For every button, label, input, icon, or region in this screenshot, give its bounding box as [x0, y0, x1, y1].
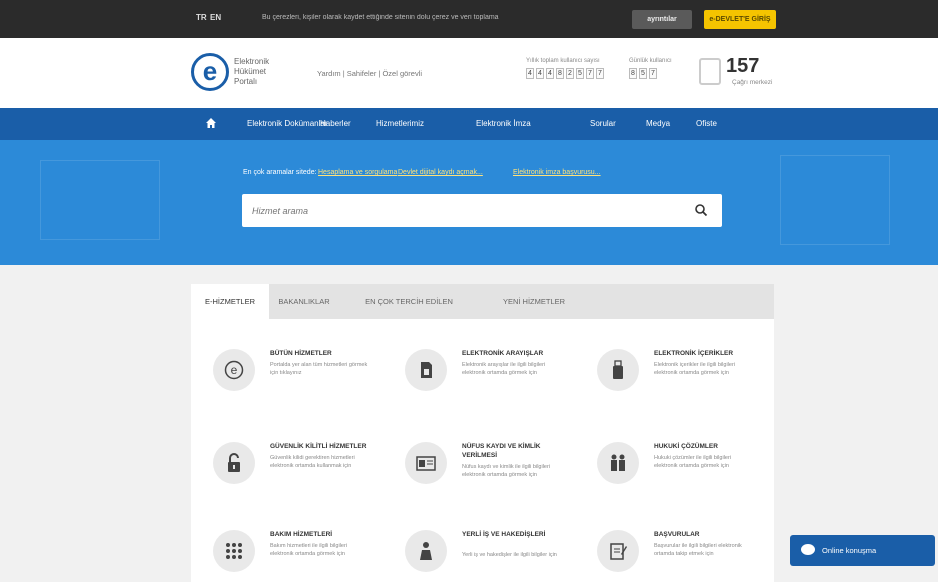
home-icon[interactable] — [205, 117, 217, 129]
svg-text:e: e — [231, 363, 238, 377]
counter-digit: 7 — [586, 68, 594, 79]
nav-item-services[interactable]: Hizmetlerimiz — [376, 119, 424, 128]
service-title: ELEKTRONİK ARAYIŞLAR — [462, 350, 544, 357]
most-searched-link-2[interactable]: Devlet dijital kaydı açmak... — [398, 169, 483, 176]
service-title: NÜFUS KAYDI VE KİMLİK VERİLMESİ — [462, 443, 541, 459]
service-card-applications[interactable]: BAŞVURULAR Başvurular ile ilgili bilgile… — [583, 530, 763, 582]
nav-item-questions[interactable]: Sorular — [590, 119, 616, 128]
cookie-notice: Bu çerezleri, kişiler olarak kaydet etti… — [262, 14, 499, 21]
service-card-electronic-searches[interactable]: ELEKTRONİK ARAYIŞLAR Elektronik arayışla… — [391, 349, 571, 419]
online-chat-button[interactable]: Online konuşma — [790, 535, 935, 566]
chat-label: Online konuşma — [822, 546, 877, 555]
top-bar: TR EN Bu çerezleri, kişiler olarak kayde… — [0, 0, 938, 38]
service-card-local-work[interactable]: YERLİ İŞ VE HAKEDİŞLERİ Yerli iş ve hake… — [391, 530, 571, 582]
site-header: e Elektronik Hükümet Portalı Yardım | Sa… — [0, 38, 938, 108]
counter-digit: 4 — [526, 68, 534, 79]
e-devlet-logo[interactable]: e — [191, 53, 229, 91]
unlock-icon — [213, 442, 255, 484]
nav-item-media[interactable]: Medya — [646, 119, 670, 128]
details-button[interactable]: ayrıntılar — [632, 10, 692, 29]
total-users-counter: Yıllık toplam kullanıcı sayısı 44482577 — [526, 58, 604, 79]
tab-e-services[interactable]: E-HİZMETLER — [191, 284, 269, 319]
tab-ministries[interactable]: BAKANLIKLAR — [269, 284, 339, 319]
service-card-population-registry[interactable]: NÜFUS KAYDI VE KİMLİK VERİLMESİ Nüfus ka… — [391, 442, 571, 512]
nav-item-e-signature[interactable]: Elektronik İmza — [476, 119, 531, 128]
service-desc: Güvenlik kilidi gerektiren hizmetleri el… — [270, 455, 355, 469]
most-searched-link-3[interactable]: Elektronik imza başvurusu... — [513, 169, 601, 176]
grid-icon — [213, 530, 255, 572]
service-title: GÜVENLİK KİLİTLİ HİZMETLER — [270, 443, 367, 450]
tab-most-preferred[interactable]: EN ÇOK TERCİH EDİLEN — [339, 284, 479, 319]
search-box — [242, 194, 722, 227]
service-card-legal-solutions[interactable]: HUKUKİ ÇÖZÜMLER Hukuki çözümler ile ilgi… — [583, 442, 763, 512]
search-hero: En çok aramalar sitede: Hesaplama ve sor… — [0, 140, 938, 265]
service-title: BÜTÜN HİZMETLER — [270, 350, 332, 357]
counter-digit: 4 — [536, 68, 544, 79]
service-desc: Elektronik arayışlar ile ilgili bilgiler… — [462, 362, 546, 376]
language-en[interactable]: EN — [210, 13, 221, 22]
decoration — [40, 160, 160, 240]
nav-item-office[interactable]: Ofiste — [696, 119, 717, 128]
service-desc: Yerli iş ve hakedişler ile ilgili bilgil… — [462, 552, 557, 558]
search-input[interactable] — [252, 202, 672, 219]
service-title: BAŞVURULAR — [654, 531, 700, 538]
service-desc: Bakım hizmetleri ile ilgili bilgileri el… — [270, 543, 348, 557]
form-icon — [597, 530, 639, 572]
counter-digit: 7 — [596, 68, 604, 79]
header-links[interactable]: Yardım | Sahifeler | Özel görevli — [317, 69, 422, 78]
service-title: ELEKTRONİK İÇERİKLER — [654, 350, 734, 357]
counter-digit: 7 — [649, 68, 657, 79]
call-center-label: Çağrı merkezi — [732, 79, 773, 86]
most-searched-link-1[interactable]: Hesaplama ve sorgulama — [318, 169, 397, 176]
counter-digit: 2 — [566, 68, 574, 79]
service-card-all-services[interactable]: e BÜTÜN HİZMETLER Portalda yer alan tüm … — [199, 349, 379, 419]
service-desc: Başvurular ile ilgili bilgileri elektron… — [654, 543, 742, 557]
daily-users-counter: Günlük kullanıcı 857 — [629, 58, 672, 79]
service-desc: Portalda yer alan tüm hizmetleri görmek … — [270, 362, 368, 376]
usb-icon — [597, 349, 639, 391]
most-searched-label: En çok aramalar sitede: — [243, 169, 317, 176]
e-logo-icon: e — [213, 349, 255, 391]
call-center-number: 157 — [726, 55, 760, 77]
counter-digit: 5 — [639, 68, 647, 79]
family-icon — [597, 442, 639, 484]
phone-icon — [699, 58, 721, 85]
decoration — [780, 155, 890, 245]
services-panel: E-HİZMETLER BAKANLIKLAR EN ÇOK TERCİH ED… — [191, 284, 774, 582]
logo-text[interactable]: Elektronik Hükümet Portalı — [234, 57, 269, 87]
language-tr[interactable]: TR — [196, 13, 207, 22]
service-card-electronic-contents[interactable]: ELEKTRONİK İÇERİKLER Elektronik içerikle… — [583, 349, 763, 419]
sim-card-icon — [405, 349, 447, 391]
main-nav: Elektronik Dokümanlar Haberler Hizmetler… — [0, 108, 938, 140]
nav-item-documents[interactable]: Elektronik Dokümanlar — [247, 119, 327, 128]
service-desc: Nüfus kaydı ve kimlik ile ilgili bilgile… — [462, 464, 551, 478]
counter-digit: 8 — [629, 68, 637, 79]
counter-digit: 4 — [546, 68, 554, 79]
login-button[interactable]: e-DEVLET'E GİRİŞ — [704, 10, 776, 29]
search-icon[interactable] — [694, 203, 708, 217]
service-title: YERLİ İŞ VE HAKEDİŞLERİ — [462, 531, 546, 538]
counter-digit: 5 — [576, 68, 584, 79]
service-card-maintenance[interactable]: BAKIM HİZMETLERİ Bakım hizmetleri ile il… — [199, 530, 379, 582]
service-title: HUKUKİ ÇÖZÜMLER — [654, 443, 718, 450]
counter-digit: 8 — [556, 68, 564, 79]
service-title: BAKIM HİZMETLERİ — [270, 531, 333, 538]
nav-item-news[interactable]: Haberler — [320, 119, 351, 128]
service-card-security-locked[interactable]: GÜVENLİK KİLİTLİ HİZMETLER Güvenlik kili… — [199, 442, 379, 512]
service-desc: Elektronik içerikler ile ilgili bilgiler… — [654, 362, 735, 376]
id-card-icon — [405, 442, 447, 484]
worker-icon — [405, 530, 447, 572]
tab-new-services[interactable]: YENİ HİZMETLER — [479, 284, 589, 319]
service-desc: Hukuki çözümler ile ilgili bilgileri ele… — [654, 455, 732, 469]
service-tabs: E-HİZMETLER BAKANLIKLAR EN ÇOK TERCİH ED… — [191, 284, 774, 319]
chat-bubble-icon — [801, 544, 815, 555]
